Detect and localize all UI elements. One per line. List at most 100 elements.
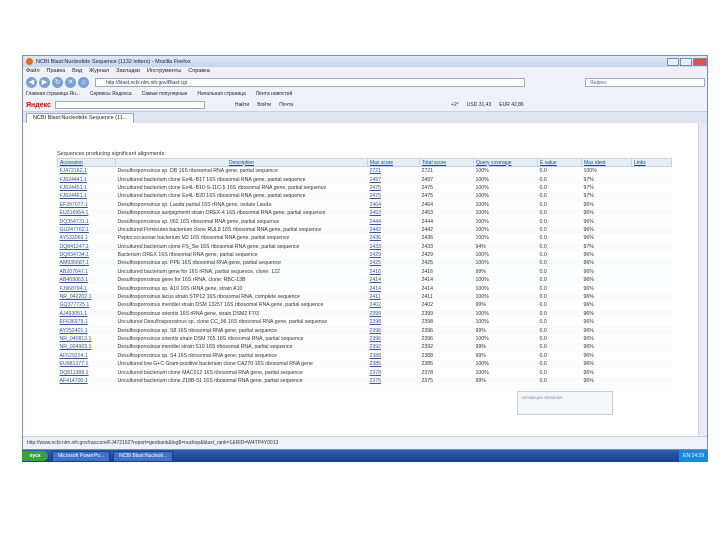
- cell-max-score[interactable]: 2396: [367, 326, 420, 335]
- cell-max-score[interactable]: 2475: [368, 184, 420, 192]
- cell-accession[interactable]: AF414700.1: [57, 376, 116, 386]
- cell-max-score[interactable]: 2388: [368, 352, 420, 360]
- yandex-mail-button[interactable]: Почта: [279, 102, 293, 108]
- menu-file[interactable]: Файл: [26, 68, 40, 74]
- cell-max-score[interactable]: 2444: [368, 217, 420, 225]
- cell-max-score[interactable]: 2398: [368, 318, 420, 326]
- cell-max-score[interactable]: 2442: [367, 225, 420, 235]
- cell-accession[interactable]: FJ624461.1: [57, 192, 116, 201]
- cell-query-coverage: 99%: [475, 268, 486, 275]
- cell-accession[interactable]: AB207647.1: [58, 268, 116, 276]
- cell-accession[interactable]: AF529224.1: [58, 352, 116, 360]
- search-input[interactable]: Яндекс: [585, 77, 705, 87]
- cell-max-score[interactable]: 2433: [367, 242, 420, 251]
- eur-rate[interactable]: EUR 42,86: [499, 102, 523, 108]
- cell-accession[interactable]: NR_042202.1: [57, 292, 116, 302]
- cell-max-score[interactable]: 2411: [367, 292, 420, 302]
- cell-accession[interactable]: AJ493051.1: [57, 309, 116, 319]
- yandex-find-button[interactable]: Найти: [235, 102, 249, 108]
- stop-icon[interactable]: ✕: [65, 76, 76, 88]
- weather-widget[interactable]: +2°: [451, 102, 459, 108]
- cell-accession[interactable]: GQ377725.1: [58, 301, 116, 309]
- col-query-coverage[interactable]: Query coverage: [473, 158, 538, 167]
- maximize-button[interactable]: [680, 57, 692, 66]
- taskbar-button-powerpoint[interactable]: Microsoft PowerPo...: [52, 450, 111, 462]
- cell-max-score[interactable]: 2414: [367, 276, 420, 285]
- cell-accession[interactable]: EF397077.1: [58, 201, 116, 209]
- cell-accession[interactable]: GU247762.1: [57, 225, 116, 235]
- taskbar-button-firefox[interactable]: NCBI Blast:Nucleoti...: [113, 450, 174, 462]
- cell-accession[interactable]: EF636979.1: [58, 318, 116, 326]
- menu-edit[interactable]: Правка: [47, 68, 66, 74]
- close-button[interactable]: [693, 57, 707, 66]
- start-button[interactable]: пуск: [22, 451, 48, 461]
- menu-tools[interactable]: Инструменты: [147, 68, 181, 74]
- bookmark-item[interactable]: Начальная страница: [197, 91, 245, 97]
- col-max-score[interactable]: Max score: [367, 158, 420, 167]
- bookmark-item[interactable]: Главная страница Ян...: [26, 91, 80, 97]
- back-arrow-icon[interactable]: ◀: [26, 76, 37, 88]
- reload-icon[interactable]: ↻: [52, 76, 63, 88]
- minimize-button[interactable]: [667, 57, 679, 66]
- menu-help[interactable]: Справка: [188, 68, 210, 74]
- cell-max-ident: 97%: [581, 242, 632, 251]
- cell-accession[interactable]: EU216954.1: [57, 208, 116, 218]
- cell-accession[interactable]: AM935687.1: [57, 259, 116, 268]
- bookmark-item[interactable]: Лента новостей: [256, 91, 292, 97]
- menu-bookmarks[interactable]: Закладки: [116, 68, 140, 74]
- cell-accession[interactable]: FJ624451.1: [58, 184, 116, 192]
- cell-max-score[interactable]: 2402: [368, 301, 420, 309]
- title-bar: NCBI Blast:Nucleotide Sequence (1132 let…: [23, 56, 707, 67]
- table-row: FJ624441.1 Uncultured bacterium clone Ex4…: [57, 175, 672, 184]
- cell-max-score[interactable]: 2497: [367, 175, 420, 184]
- col-accession[interactable]: Accession: [57, 158, 116, 167]
- cell-max-score[interactable]: 2436: [368, 234, 420, 242]
- cell-accession[interactable]: DQ811388.1: [58, 368, 116, 376]
- cell-accession[interactable]: EU981377.1: [57, 359, 116, 369]
- cell-accession[interactable]: FJ968794.1: [58, 284, 116, 292]
- cell-max-score[interactable]: 2464: [368, 201, 420, 209]
- cell-accession[interactable]: AY533069.1: [58, 234, 116, 242]
- cell-max-score[interactable]: 2375: [367, 376, 420, 386]
- cell-links: [631, 192, 672, 201]
- menu-view[interactable]: Вид: [72, 68, 82, 74]
- cell-max-score[interactable]: 2396: [368, 335, 420, 343]
- cell-max-score[interactable]: 2414: [368, 284, 420, 292]
- vertical-scrollbar[interactable]: [698, 123, 707, 437]
- cell-accession[interactable]: DQ841247.1: [57, 242, 116, 251]
- address-bar[interactable]: http://blast.ncbi.nlm.nih.gov/Blast.cgi: [95, 77, 525, 87]
- cell-links: [632, 201, 672, 209]
- cell-accession[interactable]: NR_040813.1: [58, 335, 116, 343]
- cell-max-score[interactable]: 2721: [368, 167, 420, 176]
- tab-ncbi-blast[interactable]: NCBI Blast:Nucleotide Sequence (11...: [26, 113, 135, 123]
- usd-rate[interactable]: USD 31,43: [467, 102, 491, 108]
- cell-accession[interactable]: DQ354731.1: [58, 217, 116, 225]
- cell-accession[interactable]: FJ624441.1: [57, 175, 116, 184]
- cell-max-score[interactable]: 2425: [367, 259, 420, 268]
- cell-max-score[interactable]: 2429: [368, 251, 420, 259]
- cell-description: Peptococcaceae bacterium M2 16S ribosoma…: [117, 235, 290, 242]
- cell-max-score[interactable]: 2378: [368, 368, 420, 376]
- bookmark-item[interactable]: Сервисы Яндекса: [90, 91, 132, 97]
- menu-history[interactable]: Журнал: [89, 68, 109, 74]
- col-e-value[interactable]: E value: [537, 158, 582, 167]
- cell-accession[interactable]: FJ472162.1: [58, 167, 116, 176]
- cell-accession[interactable]: AB409063.1: [57, 276, 116, 285]
- col-max-ident[interactable]: Max ident: [581, 158, 632, 167]
- cell-max-score[interactable]: 2453: [367, 208, 420, 218]
- cell-max-score[interactable]: 2399: [367, 309, 420, 319]
- cell-accession[interactable]: DQ834734.1: [58, 251, 116, 259]
- yandex-search-input[interactable]: [54, 101, 205, 109]
- yandex-login-button[interactable]: Войти: [257, 102, 271, 108]
- cell-accession[interactable]: AY252401.1: [57, 326, 116, 335]
- col-description[interactable]: Description: [115, 158, 368, 167]
- col-total-score[interactable]: Total score: [419, 158, 474, 167]
- cell-max-score[interactable]: 2392: [367, 343, 420, 352]
- forward-arrow-icon[interactable]: ▶: [39, 76, 50, 88]
- cell-max-score[interactable]: 2385: [367, 359, 420, 369]
- cell-max-score[interactable]: 2475: [367, 192, 420, 201]
- cell-accession[interactable]: NR_024903.1: [57, 343, 116, 352]
- home-icon[interactable]: ⌂: [78, 76, 89, 88]
- bookmark-item[interactable]: Самые популярные: [142, 91, 188, 97]
- cell-max-score[interactable]: 2416: [368, 268, 420, 276]
